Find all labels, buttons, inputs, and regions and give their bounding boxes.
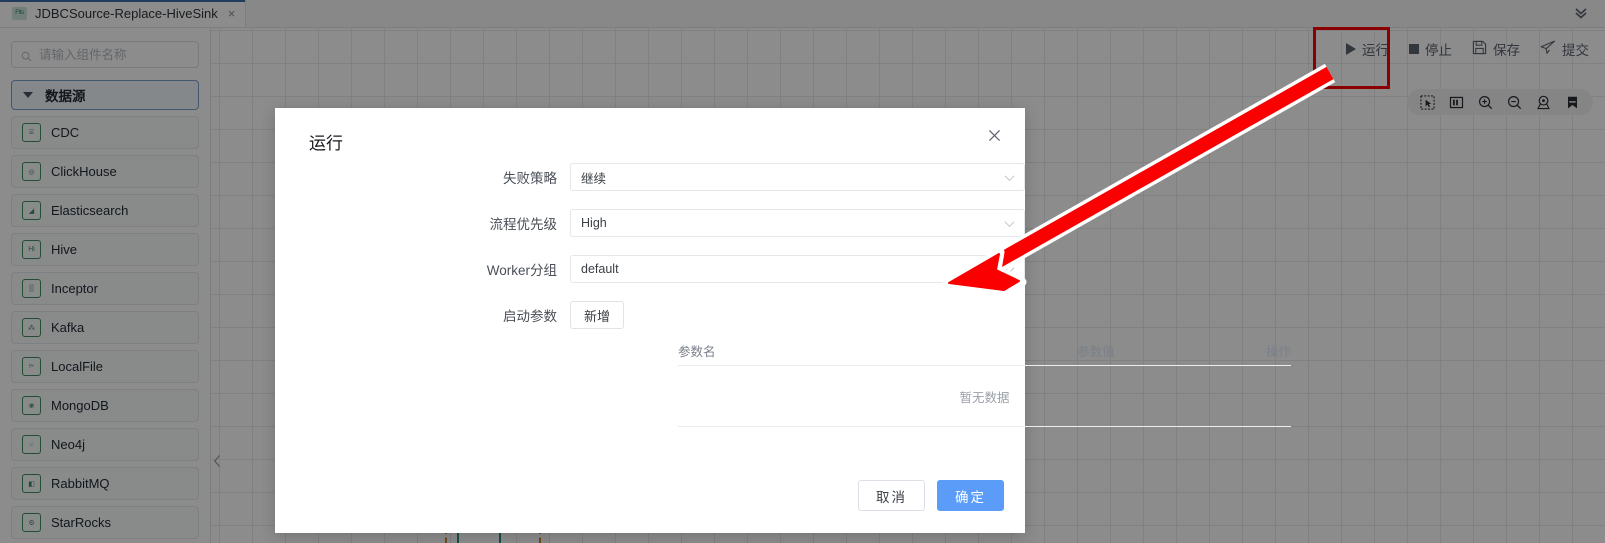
process-priority-select[interactable]: High [570, 209, 1025, 237]
dialog-footer: 取消 确定 [858, 480, 1004, 511]
field-label-worker-group: Worker分组 [486, 263, 558, 278]
dialog-title: 运行 [309, 134, 343, 153]
field-process-priority: 流程优先级 High [275, 209, 1025, 237]
add-param-button[interactable]: 新增 [570, 301, 625, 329]
run-dialog: 运行 失败策略 继续 流程优先级 High Worker分组 default 启… [275, 108, 1291, 533]
failure-strategy-select[interactable]: 继续 [570, 163, 1025, 191]
params-table: 参数名 参数值 操作 暂无数据 [678, 335, 1291, 427]
chevron-down-icon [1004, 217, 1015, 228]
failure-strategy-value: 继续 [581, 171, 607, 186]
chevron-down-icon [1004, 171, 1015, 182]
cancel-button[interactable]: 取消 [858, 480, 925, 511]
column-header-actions: 操作 [1265, 344, 1291, 359]
confirm-button[interactable]: 确定 [937, 480, 1004, 511]
dialog-close-icon[interactable] [983, 124, 1005, 146]
worker-group-value: default [581, 262, 619, 276]
params-table-empty: 暂无数据 [678, 366, 1291, 427]
chevron-down-icon [1004, 263, 1015, 274]
field-label-failure-strategy: 失败策略 [503, 171, 558, 186]
worker-group-select[interactable]: default [570, 255, 1025, 283]
field-worker-group: Worker分组 default [275, 255, 1025, 283]
params-table-header: 参数名 参数值 操作 [678, 335, 1291, 366]
process-priority-value: High [581, 216, 607, 230]
field-failure-strategy: 失败策略 继续 [275, 163, 1025, 191]
app-root: Flts JDBCSource-Replace-HiveSink × 请输入组件… [0, 0, 1605, 543]
dialog-body: 失败策略 继续 流程优先级 High Worker分组 default 启动参数… [275, 163, 1291, 427]
column-header-param-name: 参数名 [678, 344, 716, 359]
field-startup-params: 启动参数 新增 [275, 301, 1025, 329]
field-label-process-priority: 流程优先级 [489, 217, 558, 232]
field-label-startup-params: 启动参数 [503, 309, 558, 324]
column-header-param-value: 参数值 [1077, 344, 1115, 359]
